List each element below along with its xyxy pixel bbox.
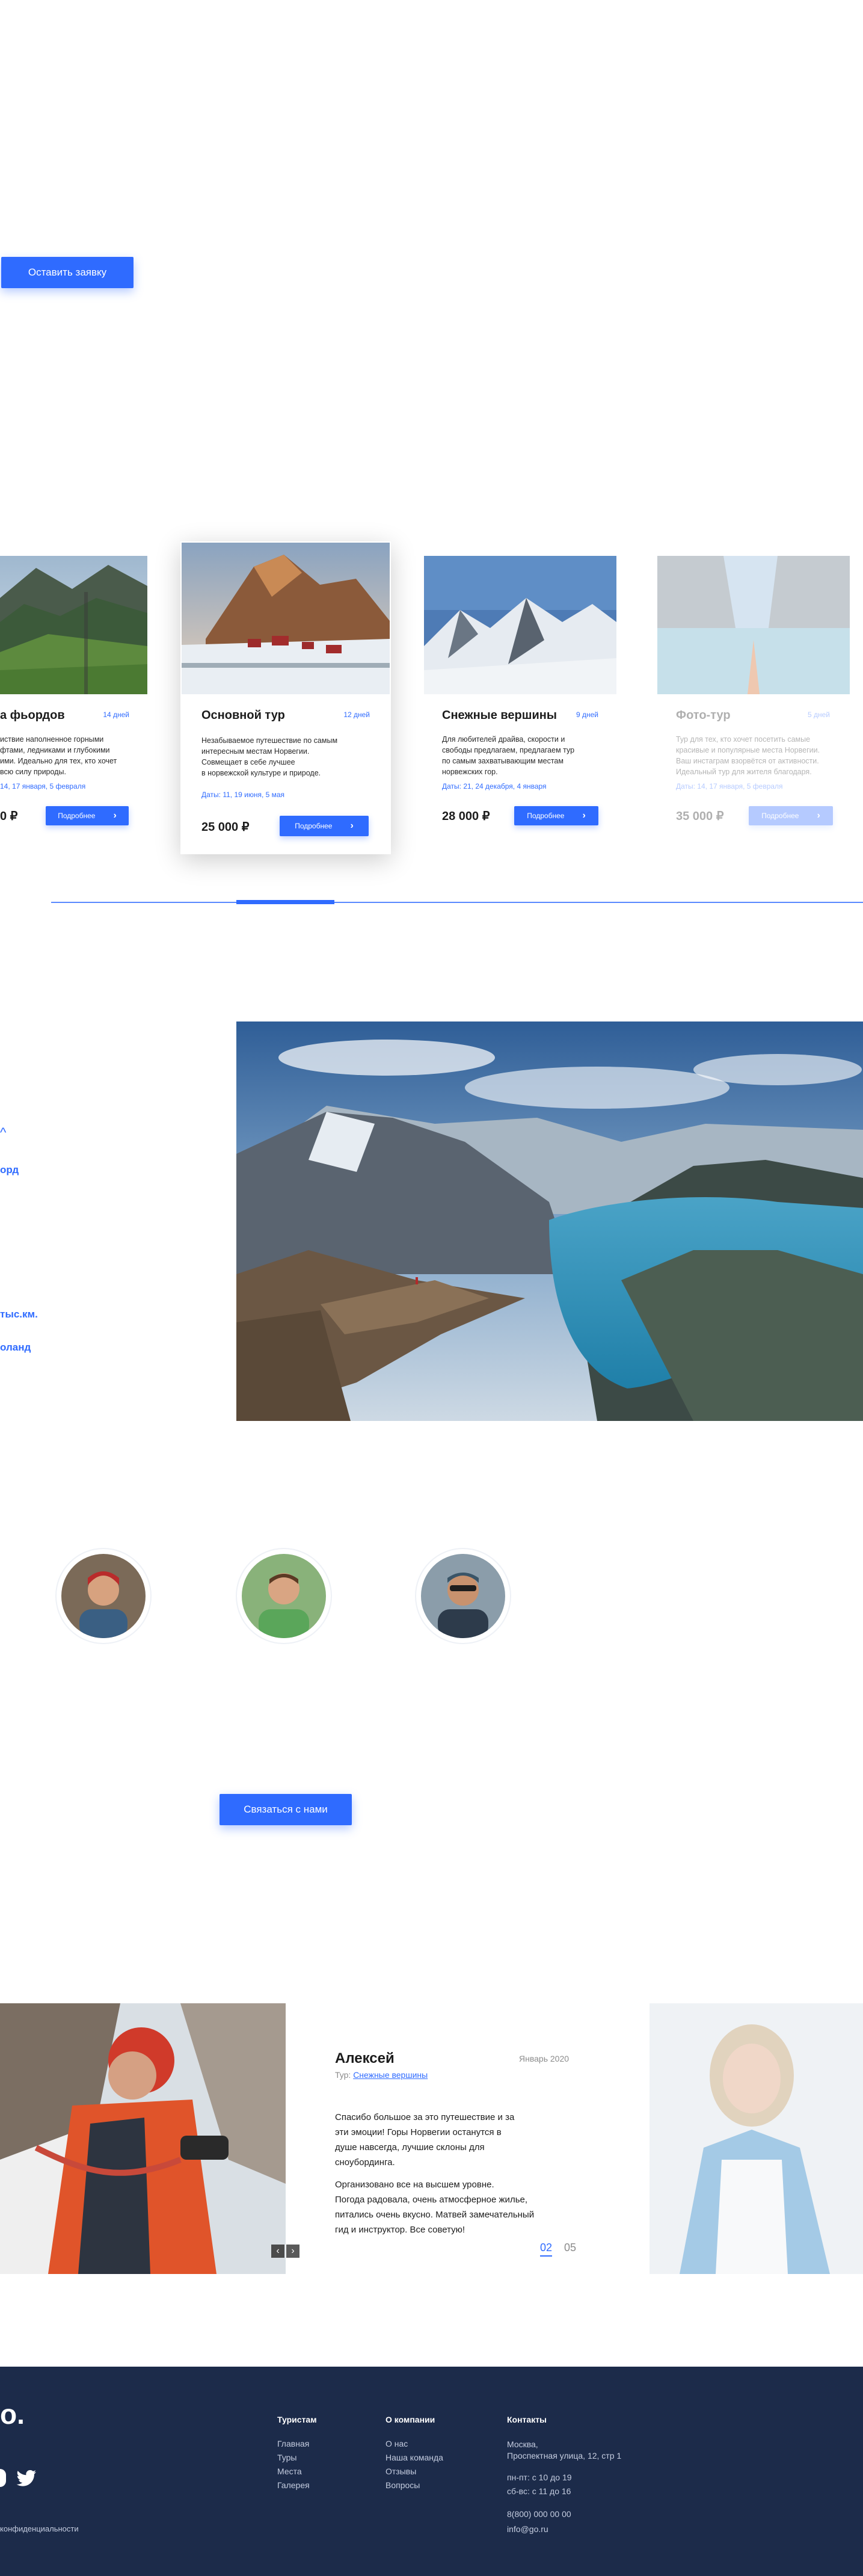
review-page-current: 02 bbox=[540, 2242, 553, 2257]
footer-link-home[interactable]: Главная bbox=[277, 2439, 309, 2448]
footer-link-team[interactable]: Наша команда bbox=[385, 2453, 443, 2462]
chevron-right-icon: › bbox=[817, 810, 820, 821]
tour-price: 25 000 ₽ bbox=[201, 821, 250, 834]
footer-link-about[interactable]: О нас bbox=[385, 2439, 408, 2448]
tour-description: Для любителей драйва, скорости и свободы … bbox=[442, 735, 575, 776]
footer-link-gallery[interactable]: Галерея bbox=[277, 2480, 310, 2490]
tour-duration: 5 дней bbox=[807, 710, 830, 719]
tour-dates: Даты: 14, 17 января, 5 февраля bbox=[676, 782, 783, 790]
carousel-progress-track[interactable] bbox=[51, 902, 863, 903]
chevron-right-icon: › bbox=[113, 810, 117, 821]
tour-title: Фото-тур bbox=[676, 709, 731, 722]
tour-price: 35 000 ₽ bbox=[676, 810, 724, 823]
tour-more-button[interactable]: Подробнее › bbox=[514, 806, 598, 825]
carousel-progress-thumb[interactable] bbox=[236, 900, 334, 904]
tour-dates: Даты: 11, 19 июня, 5 мая bbox=[201, 790, 285, 799]
trolltunga-photo bbox=[236, 1021, 863, 1421]
review-photo-climber: ‹ bbox=[0, 2003, 286, 2274]
twitter-icon[interactable] bbox=[16, 2470, 37, 2490]
contact-us-button[interactable]: Связаться с нами bbox=[220, 1794, 352, 1825]
review-name: Алексей bbox=[335, 2050, 395, 2066]
fact-chevron-icon: ^ bbox=[0, 1125, 7, 1140]
tour-image-main bbox=[182, 543, 390, 694]
tour-more-button[interactable]: Подробнее › bbox=[46, 806, 129, 825]
fact-fjord: орд bbox=[0, 1164, 19, 1176]
avatar bbox=[61, 1554, 146, 1638]
tour-title: Основной тур bbox=[201, 709, 285, 722]
review-photo-woman bbox=[650, 2003, 863, 2274]
tour-more-button[interactable]: Подробнее › bbox=[280, 816, 369, 836]
footer: о. конфиденциальности Туристам Главная Т… bbox=[0, 2367, 863, 2576]
privacy-policy-link[interactable]: конфиденциальности bbox=[0, 2524, 79, 2533]
review-date: Январь 2020 bbox=[519, 2054, 570, 2063]
footer-address: Москва, Проспектная улица, 12, стр 1 bbox=[507, 2439, 622, 2460]
chevron-right-icon: › bbox=[350, 821, 354, 831]
review-next-button[interactable]: › bbox=[286, 2245, 299, 2258]
footer-logo[interactable]: о. bbox=[0, 2400, 25, 2428]
review-tour-link[interactable]: Снежные вершины bbox=[353, 2070, 428, 2080]
footer-col-company-title: О компании bbox=[385, 2415, 435, 2424]
footer-email[interactable]: info@go.ru bbox=[507, 2524, 548, 2534]
review-prev-button[interactable]: ‹ bbox=[271, 2245, 284, 2258]
tour-description: Тур для тех, кто хочет посетить самые кра… bbox=[676, 735, 820, 776]
tour-image-fjords bbox=[0, 556, 147, 694]
fact-area: тыс.км. bbox=[0, 1308, 38, 1320]
fact-country: оланд bbox=[0, 1342, 31, 1353]
leave-request-button[interactable]: Оставить заявку bbox=[1, 257, 134, 288]
team-avatar-3[interactable] bbox=[415, 1548, 511, 1644]
tour-price: 0 ₽ bbox=[0, 810, 18, 823]
tour-duration: 9 дней bbox=[576, 710, 598, 719]
tour-dates: Даты: 21, 24 декабря, 4 января bbox=[442, 782, 547, 790]
tour-description: иствие наполненное горными фтами, ледника… bbox=[0, 735, 117, 776]
tour-duration: 12 дней bbox=[343, 710, 370, 719]
facebook-icon[interactable] bbox=[0, 2469, 6, 2487]
tour-title: Снежные вершины bbox=[442, 709, 557, 722]
footer-col-tourists-title: Туристам bbox=[277, 2415, 317, 2424]
avatar bbox=[242, 1554, 326, 1638]
tour-more-button[interactable]: Подробнее › bbox=[749, 806, 833, 825]
tour-title: а фьордов bbox=[0, 709, 65, 722]
footer-phone[interactable]: 8(800) 000 00 00 bbox=[507, 2509, 571, 2519]
footer-link-faq[interactable]: Вопросы bbox=[385, 2480, 420, 2490]
footer-col-contacts-title: Контакты bbox=[507, 2415, 547, 2424]
review-page-total: 05 bbox=[564, 2242, 577, 2254]
tour-duration: 14 дней bbox=[103, 710, 129, 719]
footer-hours: пн-пт: с 10 до 19 сб-вс: с 11 до 16 bbox=[507, 2473, 572, 2496]
footer-link-places[interactable]: Места bbox=[277, 2467, 302, 2476]
review-tour: Тур: Снежные вершины bbox=[335, 2070, 428, 2080]
tour-image-peaks bbox=[424, 556, 616, 694]
tour-description: Незабываемое путешествие по самым интерес… bbox=[201, 736, 338, 777]
tour-dates: 14, 17 января, 5 февраля bbox=[0, 782, 86, 790]
team-avatar-1[interactable] bbox=[55, 1548, 152, 1644]
tour-price: 28 000 ₽ bbox=[442, 810, 490, 823]
footer-link-tours[interactable]: Туры bbox=[277, 2453, 296, 2462]
footer-link-reviews[interactable]: Отзывы bbox=[385, 2467, 416, 2476]
tour-image-photo bbox=[657, 556, 850, 694]
team-avatar-2[interactable] bbox=[236, 1548, 332, 1644]
avatar bbox=[421, 1554, 505, 1638]
chevron-right-icon: › bbox=[582, 810, 586, 821]
review-text: Спасибо большое за это путешествие и за э… bbox=[335, 2112, 535, 2235]
